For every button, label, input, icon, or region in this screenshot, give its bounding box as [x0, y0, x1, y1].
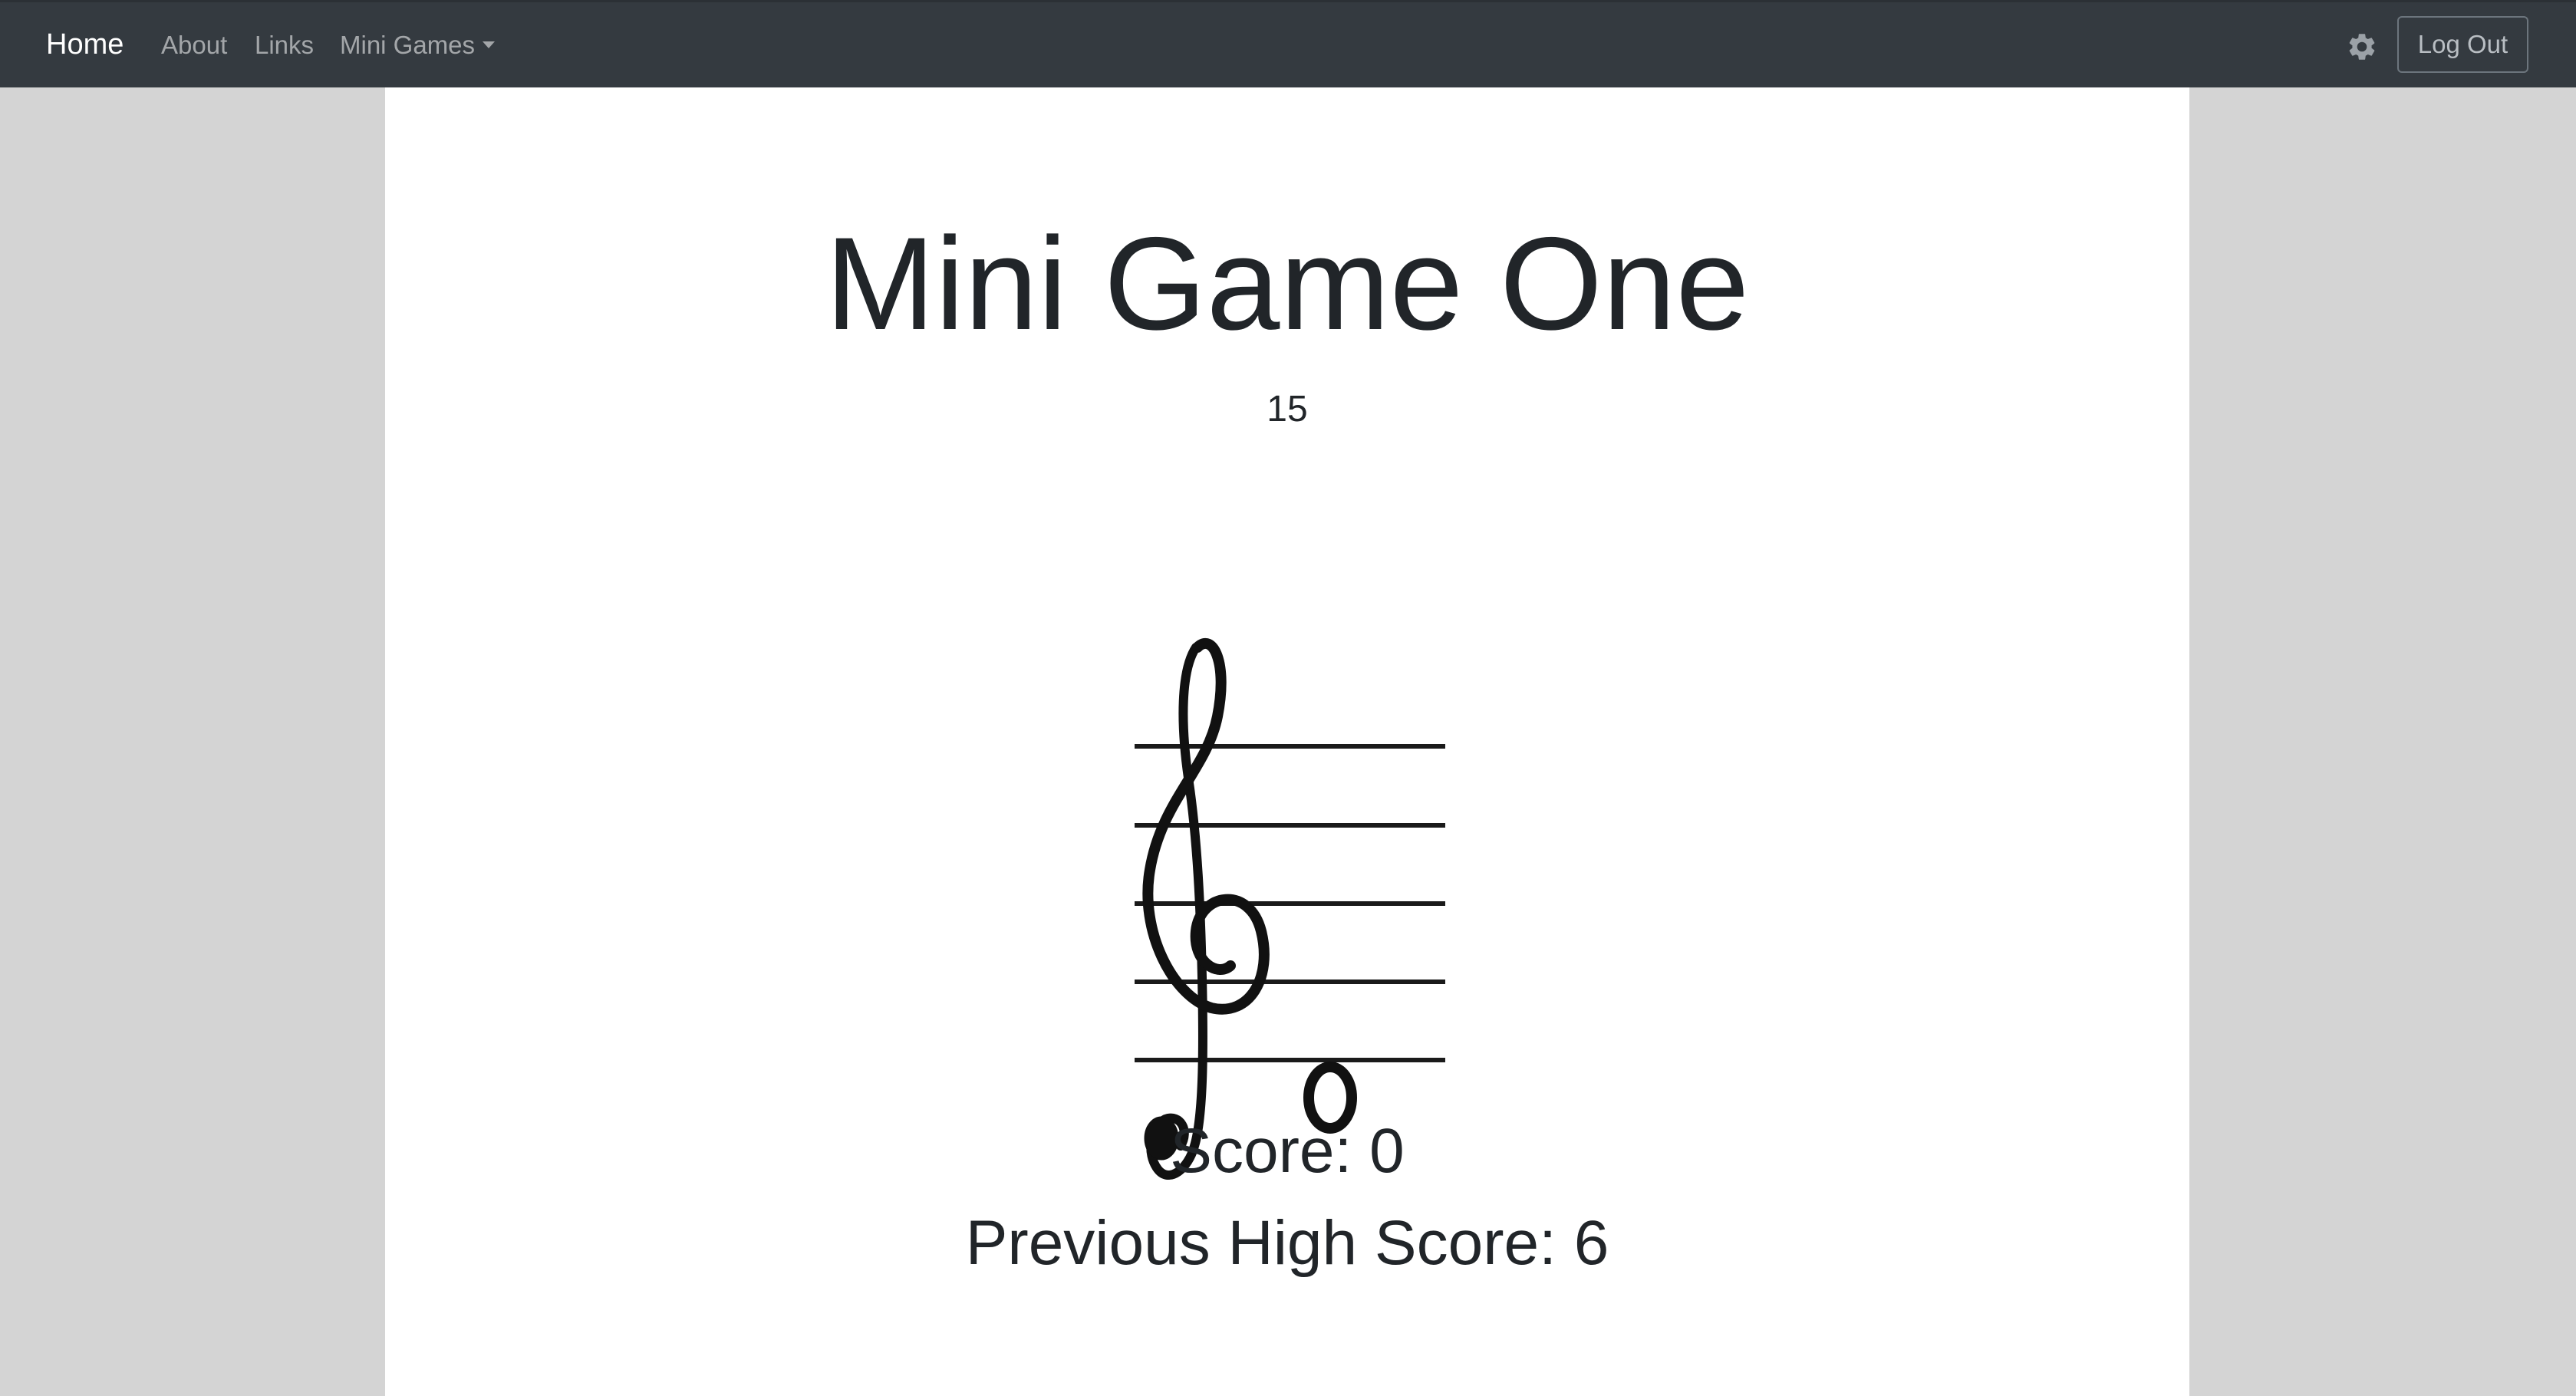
log-out-button[interactable]: Log Out: [2397, 16, 2528, 73]
caret-down-icon: [483, 41, 496, 48]
gear-icon[interactable]: [2346, 31, 2378, 63]
score-label: Score: 0: [1170, 1116, 1405, 1186]
nav-links-link[interactable]: Links: [255, 2, 314, 87]
nav-home-link[interactable]: Home: [46, 2, 124, 87]
treble-clef-icon: [1142, 637, 1270, 1180]
main-content: Mini Game One 15 Score: 0 Previous High …: [385, 87, 2189, 1396]
mini-games-label: Mini Games: [340, 31, 476, 59]
page-title: Mini Game One: [825, 210, 1750, 357]
music-staff-image: [1135, 637, 1445, 1180]
high-score-label: Previous High Score: 6: [965, 1208, 1609, 1278]
nav-mini-games-dropdown[interactable]: Mini Games: [340, 2, 496, 87]
top-navbar: Home About Links Mini Games Log Out: [0, 0, 2576, 87]
countdown-timer: 15: [1267, 389, 1308, 430]
nav-about-link[interactable]: About: [161, 2, 227, 87]
